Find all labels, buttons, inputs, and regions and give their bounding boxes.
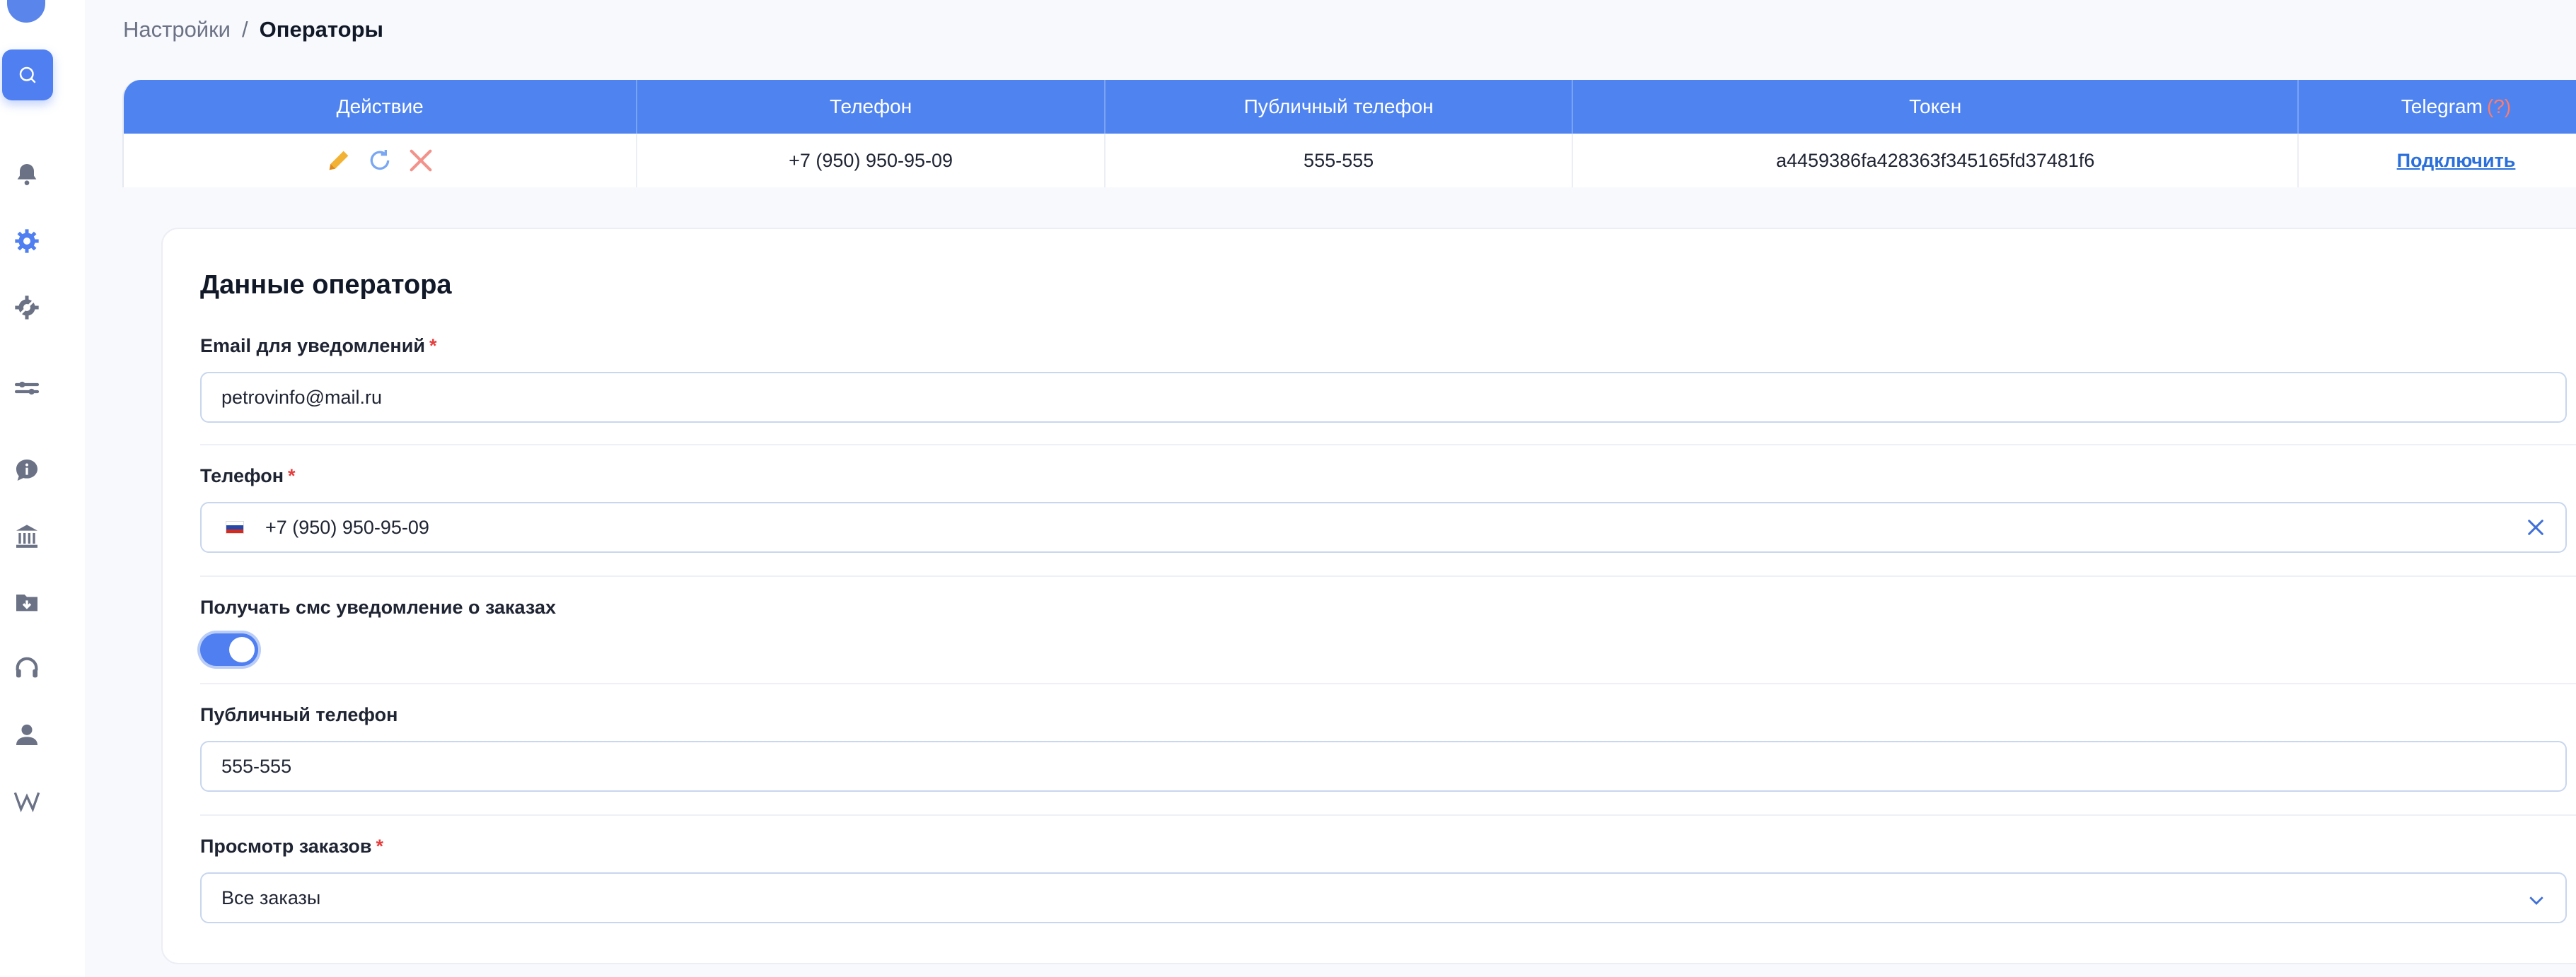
telegram-connect-link[interactable]: Подключить <box>2397 150 2516 172</box>
table-header: Действие Телефон Публичный телефон Токен… <box>124 80 2576 134</box>
sms-toggle[interactable] <box>200 633 258 666</box>
info-chat-icon[interactable] <box>9 452 45 488</box>
header-phone: Телефон <box>637 80 1106 134</box>
russia-flag-icon[interactable] <box>226 521 244 534</box>
breadcrumb-root[interactable]: Настройки <box>123 17 231 42</box>
public-phone-field[interactable]: 555-555 <box>200 741 2567 792</box>
orders-view-select[interactable]: Все заказы <box>200 872 2567 923</box>
search-icon <box>19 66 36 83</box>
header-token: Токен <box>1573 80 2299 134</box>
chevron-down-icon[interactable] <box>2526 889 2547 911</box>
sidebar <box>0 0 86 977</box>
headset-icon[interactable] <box>9 650 45 686</box>
sliders-icon[interactable] <box>9 370 45 406</box>
header-public-phone: Публичный телефон <box>1106 80 1574 134</box>
email-label: Email для уведомлений * <box>200 335 437 356</box>
row-phone: +7 (950) 950-95-09 <box>637 134 1106 187</box>
bank-icon[interactable] <box>9 519 45 554</box>
row-actions <box>124 134 638 187</box>
table-row: +7 (950) 950-95-09 555-555 a4459386fa428… <box>124 134 2576 187</box>
bell-icon[interactable] <box>9 157 45 192</box>
row-token: a4459386fa428363f345165fd37481f6 <box>1573 134 2299 187</box>
archive-download-icon[interactable] <box>9 584 45 619</box>
public-phone-label: Публичный телефон <box>200 704 398 725</box>
settings-gear-icon[interactable] <box>9 223 45 259</box>
breadcrumb: Настройки / Операторы <box>123 17 383 42</box>
header-telegram: Telegram (?) <box>2299 80 2576 134</box>
email-field[interactable]: petrovinfo@mail.ru <box>200 372 2567 423</box>
user-icon[interactable] <box>9 717 45 752</box>
header-telegram-label: Telegram <box>2401 95 2483 117</box>
row-public-phone: 555-555 <box>1106 134 1574 187</box>
avatar[interactable] <box>7 0 45 23</box>
phone-label: Телефон * <box>200 465 296 486</box>
refresh-icon[interactable] <box>366 146 394 175</box>
header-action: Действие <box>124 80 638 134</box>
card-title: Данные оператора <box>200 270 452 300</box>
row-telegram: Подключить <box>2299 134 2576 187</box>
breadcrumb-separator: / <box>242 17 248 42</box>
sms-label: Получать смс уведомление о заказах <box>200 597 556 618</box>
clear-icon[interactable] <box>2524 516 2547 539</box>
breadcrumb-current: Операторы <box>259 17 384 42</box>
phone-field[interactable]: +7 (950) 950-95-09 <box>200 502 2567 553</box>
operator-data-card: Данные оператора Email для уведомлений * … <box>161 228 2576 964</box>
delete-x-icon[interactable] <box>407 146 435 175</box>
tools-gear-icon[interactable] <box>9 290 45 325</box>
operators-table: Действие Телефон Публичный телефон Токен… <box>122 80 2576 187</box>
search-button[interactable] <box>2 49 53 100</box>
edit-pencil-icon[interactable] <box>325 146 353 175</box>
telegram-help-hint[interactable]: (?) <box>2487 95 2511 118</box>
wiki-icon[interactable] <box>9 783 45 819</box>
orders-view-label: Просмотр заказов * <box>200 836 384 857</box>
main-content: Настройки / Операторы Действие Телефон Пуб… <box>85 0 2576 977</box>
